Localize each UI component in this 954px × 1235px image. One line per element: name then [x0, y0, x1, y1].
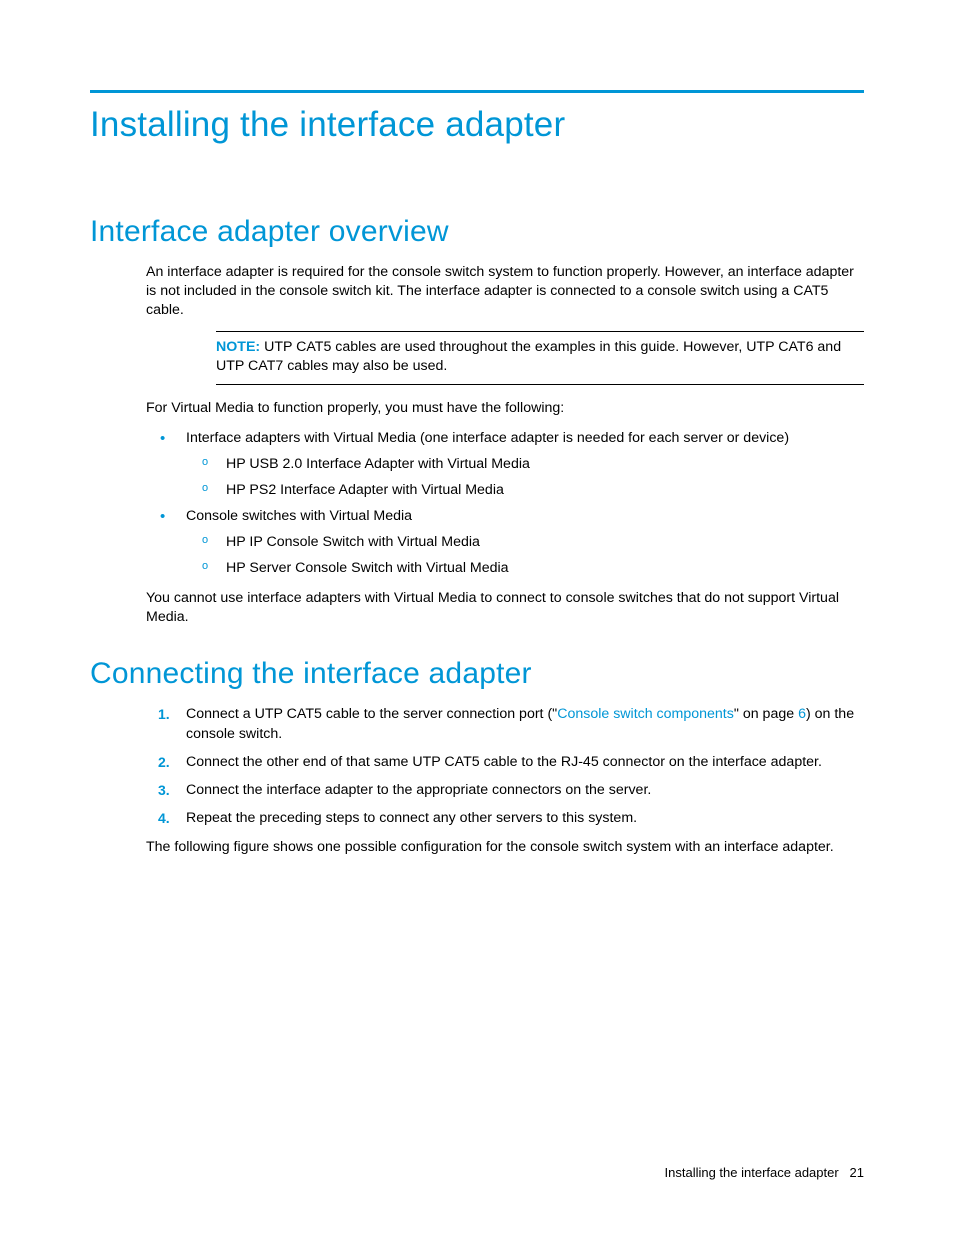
step-item: Connect the other end of that same UTP C…: [146, 753, 864, 773]
overview-intro: An interface adapter is required for the…: [146, 263, 864, 321]
document-page: Installing the interface adapter Interfa…: [0, 0, 954, 1235]
steps-list: Connect a UTP CAT5 cable to the server c…: [146, 705, 864, 828]
list-item: Console switches with Virtual Media HP I…: [146, 506, 864, 578]
sub-list: HP USB 2.0 Interface Adapter with Virtua…: [186, 455, 864, 501]
heading-connecting: Connecting the interface adapter: [90, 657, 864, 691]
list-item: HP IP Console Switch with Virtual Media: [186, 533, 864, 553]
list-item: HP Server Console Switch with Virtual Me…: [186, 559, 864, 579]
title-rule: [90, 90, 864, 93]
note-box: NOTE: UTP CAT5 cables are used throughou…: [216, 331, 864, 385]
bullet-list: Interface adapters with Virtual Media (o…: [146, 428, 864, 579]
step-item: Connect a UTP CAT5 cable to the server c…: [146, 705, 864, 745]
heading-overview: Interface adapter overview: [90, 215, 864, 249]
bullet-text: Interface adapters with Virtual Media (o…: [186, 430, 789, 446]
connecting-body: Connect a UTP CAT5 cable to the server c…: [146, 705, 864, 858]
list-item: Interface adapters with Virtual Media (o…: [146, 428, 864, 500]
cross-ref-link[interactable]: Console switch components: [557, 706, 734, 722]
overview-body: An interface adapter is required for the…: [146, 263, 864, 627]
page-ref-link[interactable]: 6: [798, 706, 806, 722]
vm-outro: You cannot use interface adapters with V…: [146, 589, 864, 627]
footer-page-number: 21: [850, 1165, 864, 1180]
bullet-text: Console switches with Virtual Media: [186, 508, 412, 524]
sub-list: HP IP Console Switch with Virtual Media …: [186, 533, 864, 579]
step-text: " on page: [734, 706, 798, 722]
page-title: Installing the interface adapter: [90, 105, 864, 145]
figure-intro: The following figure shows one possible …: [146, 838, 864, 857]
step-item: Connect the interface adapter to the app…: [146, 781, 864, 801]
footer-title: Installing the interface adapter: [665, 1165, 839, 1180]
note-body: UTP CAT5 cables are used throughout the …: [216, 339, 841, 374]
page-footer: Installing the interface adapter 21: [665, 1165, 864, 1180]
note-label: NOTE:: [216, 339, 260, 355]
vm-intro: For Virtual Media to function properly, …: [146, 399, 864, 418]
list-item: HP USB 2.0 Interface Adapter with Virtua…: [186, 455, 864, 475]
step-text: Connect a UTP CAT5 cable to the server c…: [186, 706, 557, 722]
step-item: Repeat the preceding steps to connect an…: [146, 809, 864, 829]
list-item: HP PS2 Interface Adapter with Virtual Me…: [186, 481, 864, 501]
